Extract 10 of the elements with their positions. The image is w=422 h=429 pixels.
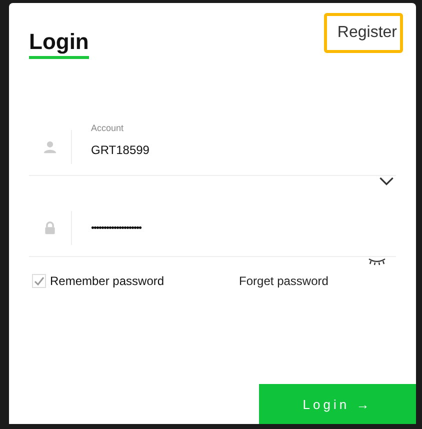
chevron-down-icon[interactable] bbox=[379, 177, 394, 186]
forget-password-link[interactable]: Forget password bbox=[239, 274, 328, 288]
lock-icon bbox=[43, 221, 57, 235]
remember-checkbox[interactable] bbox=[32, 274, 46, 288]
closed-eye-icon[interactable] bbox=[368, 258, 386, 266]
user-icon bbox=[43, 140, 57, 154]
register-button[interactable]: Register bbox=[324, 13, 403, 53]
login-heading: Login bbox=[29, 29, 89, 59]
remember-label: Remember password bbox=[50, 274, 164, 288]
account-label: Account bbox=[91, 123, 125, 133]
